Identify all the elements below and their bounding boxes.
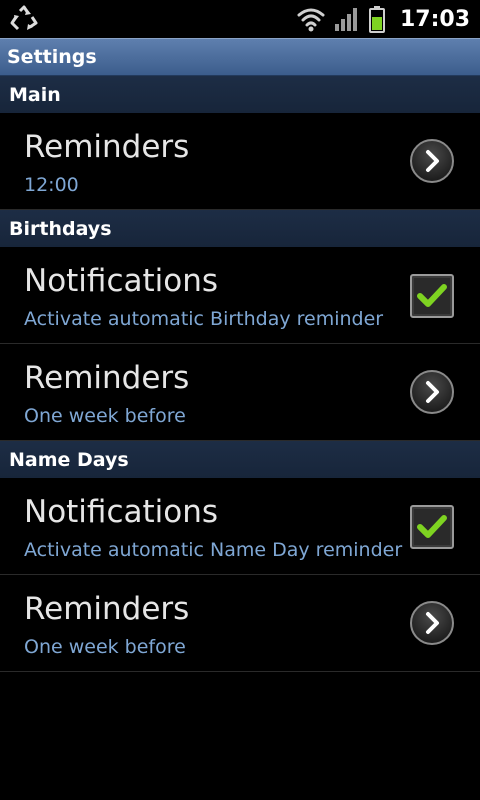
row-subtitle: Activate automatic Birthday reminder: [24, 308, 384, 330]
chevron-right-icon[interactable]: [410, 601, 454, 645]
row-subtitle: Activate automatic Name Day reminder: [24, 539, 403, 561]
title-bar: Settings: [0, 38, 480, 76]
battery-icon: [368, 5, 386, 33]
chevron-right-icon[interactable]: [410, 139, 454, 183]
chevron-right-icon[interactable]: [410, 370, 454, 414]
checkbox-checked-icon[interactable]: [410, 274, 454, 318]
status-time: 17:03: [399, 6, 470, 32]
section-header-name-days: Name Days: [0, 441, 480, 478]
status-left: [10, 5, 296, 33]
status-bar: 17:03: [0, 0, 480, 38]
section-title: Main: [9, 83, 61, 106]
wifi-icon: [296, 6, 326, 32]
setting-row-nameday-notifications[interactable]: Notifications Activate automatic Name Da…: [0, 478, 480, 575]
row-title: Notifications: [24, 263, 219, 299]
row-title: Reminders: [24, 591, 190, 627]
row-title: Notifications: [24, 494, 219, 530]
page-title: Settings: [7, 46, 97, 68]
checkbox-checked-icon[interactable]: [410, 505, 454, 549]
section-header-main: Main: [0, 76, 480, 113]
row-subtitle: 12:00: [24, 174, 79, 196]
setting-row-main-reminders[interactable]: Reminders 12:00: [0, 113, 480, 210]
row-subtitle: One week before: [24, 636, 186, 658]
row-title: Reminders: [24, 360, 190, 396]
recycle-icon: [10, 5, 38, 33]
status-right: 17:03: [296, 5, 470, 33]
section-header-birthdays: Birthdays: [0, 210, 480, 247]
section-title: Birthdays: [9, 217, 112, 240]
signal-icon: [334, 6, 360, 32]
section-title: Name Days: [9, 448, 129, 471]
row-subtitle: One week before: [24, 405, 186, 427]
row-title: Reminders: [24, 129, 190, 165]
setting-row-birthday-reminders[interactable]: Reminders One week before: [0, 344, 480, 441]
setting-row-birthday-notifications[interactable]: Notifications Activate automatic Birthda…: [0, 247, 480, 344]
screen: 17:03 Settings Main Reminders 12:00 Birt…: [0, 0, 480, 800]
setting-row-nameday-reminders[interactable]: Reminders One week before: [0, 575, 480, 672]
